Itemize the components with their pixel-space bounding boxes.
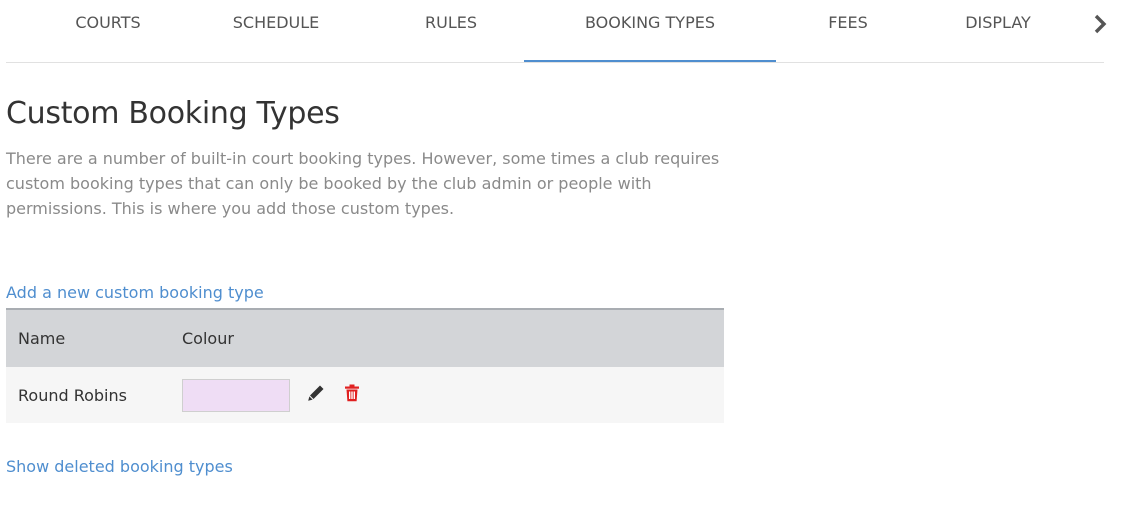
table-row: Round Robins xyxy=(6,367,724,423)
add-booking-type-link[interactable]: Add a new custom booking type xyxy=(6,283,264,302)
colour-swatch[interactable] xyxy=(182,378,290,412)
tab-courts[interactable]: COURTS xyxy=(56,0,160,62)
tab-display[interactable]: DISPLAY xyxy=(936,0,1060,62)
tab-fees[interactable]: FEES xyxy=(812,0,884,62)
delete-button[interactable] xyxy=(344,384,360,406)
page-description: There are a number of built-in court boo… xyxy=(6,149,720,218)
table-header-row: Name Colour xyxy=(6,309,724,367)
booking-types-page: COURTS SCHEDULE RULES BOOKING TYPES FEES… xyxy=(0,0,1124,510)
tab-booking-types[interactable]: BOOKING TYPES xyxy=(524,0,776,62)
tab-rules[interactable]: RULES xyxy=(406,0,496,62)
settings-tabbar: COURTS SCHEDULE RULES BOOKING TYPES FEES… xyxy=(6,0,1104,63)
chevron-right-icon xyxy=(1094,14,1107,34)
booking-types-table: Name Colour Round Robins xyxy=(6,308,724,423)
show-deleted-link[interactable]: Show deleted booking types xyxy=(6,457,233,476)
pencil-icon xyxy=(308,385,324,401)
tabs-next-button[interactable] xyxy=(1090,12,1112,36)
column-header-name: Name xyxy=(18,329,66,348)
edit-button[interactable] xyxy=(307,384,325,406)
tab-schedule[interactable]: SCHEDULE xyxy=(206,0,346,62)
page-title: Custom Booking Types xyxy=(6,96,340,131)
booking-type-name: Round Robins xyxy=(18,385,127,405)
trash-icon xyxy=(345,384,360,402)
booking-type-colour-cell xyxy=(170,367,724,423)
column-header-colour: Colour xyxy=(182,329,234,348)
